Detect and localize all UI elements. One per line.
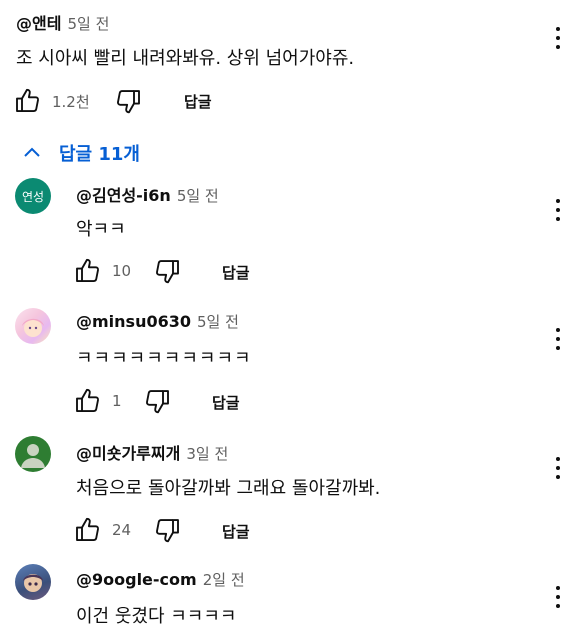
- reply-text: 악ㅋㅋ: [76, 219, 126, 240]
- avatar-initials: 연성: [21, 189, 45, 204]
- reply-author[interactable]: @9oogle-com: [76, 570, 197, 589]
- reply-button[interactable]: 답글: [184, 91, 212, 112]
- dislike-button[interactable]: [114, 86, 144, 116]
- more-actions-button[interactable]: [548, 196, 568, 224]
- dislike-button[interactable]: [153, 515, 183, 545]
- reply-text: 처음으로 돌아갈까봐 그래요 돌아갈까봐.: [76, 478, 381, 499]
- reply-header: @9oogle-com 2일 전: [76, 569, 245, 590]
- like-button[interactable]: [72, 256, 102, 286]
- comment-header: @앤테 5일 전: [16, 10, 109, 34]
- comment-author[interactable]: @앤테: [16, 14, 61, 33]
- reply-text: ㅋㅋㅋㅋㅋㅋㅋㅋㅋㅋ: [76, 348, 252, 369]
- reply-header: @minsu0630 5일 전: [76, 311, 239, 332]
- chevron-up-icon: [24, 147, 40, 157]
- avatar[interactable]: [15, 564, 51, 600]
- reply-header: @미숏가루찌개 3일 전: [76, 440, 228, 464]
- reply-time[interactable]: 5일 전: [197, 313, 239, 331]
- like-count: 24: [112, 521, 132, 539]
- reply-button[interactable]: 답글: [222, 521, 250, 542]
- more-actions-button[interactable]: [548, 325, 568, 353]
- like-button[interactable]: [72, 386, 102, 416]
- like-count: 10: [112, 262, 132, 280]
- avatar[interactable]: [15, 308, 51, 344]
- avatar[interactable]: [15, 436, 51, 472]
- like-count: 1.2천: [52, 93, 90, 111]
- comment-time[interactable]: 5일 전: [67, 15, 109, 33]
- reply-author[interactable]: @minsu0630: [76, 312, 191, 331]
- more-actions-button[interactable]: [548, 583, 568, 611]
- like-button[interactable]: [72, 515, 102, 545]
- anime-avatar-image: [22, 318, 44, 337]
- more-actions-button[interactable]: [548, 454, 568, 482]
- reply-author[interactable]: @김연성-i6n: [76, 186, 171, 205]
- dislike-button[interactable]: [153, 256, 183, 286]
- reply-author[interactable]: @미숏가루찌개: [76, 444, 180, 463]
- replies-toggle-label: 답글 11개: [59, 144, 140, 165]
- comment-text: 조 시아씨 빨리 내려와봐유. 상위 넘어가야쥬.: [16, 48, 355, 69]
- dislike-button[interactable]: [143, 386, 173, 416]
- replies-toggle-button[interactable]: 답글 11개: [20, 140, 140, 166]
- more-actions-button[interactable]: [548, 24, 568, 52]
- reply-button[interactable]: 답글: [222, 262, 250, 283]
- character-avatar-image: [23, 574, 43, 592]
- reply-time[interactable]: 5일 전: [177, 187, 219, 205]
- reply-time[interactable]: 2일 전: [203, 571, 245, 589]
- reply-time[interactable]: 3일 전: [186, 445, 228, 463]
- default-user-icon: [21, 444, 45, 468]
- avatar[interactable]: 연성: [15, 178, 51, 214]
- reply-text: 이건 웃겼다 ㅋㅋㅋㅋ: [76, 606, 237, 627]
- like-button[interactable]: [12, 86, 42, 116]
- reply-button[interactable]: 답글: [212, 392, 240, 413]
- reply-header: @김연성-i6n 5일 전: [76, 182, 219, 206]
- like-count: 1: [112, 392, 122, 410]
